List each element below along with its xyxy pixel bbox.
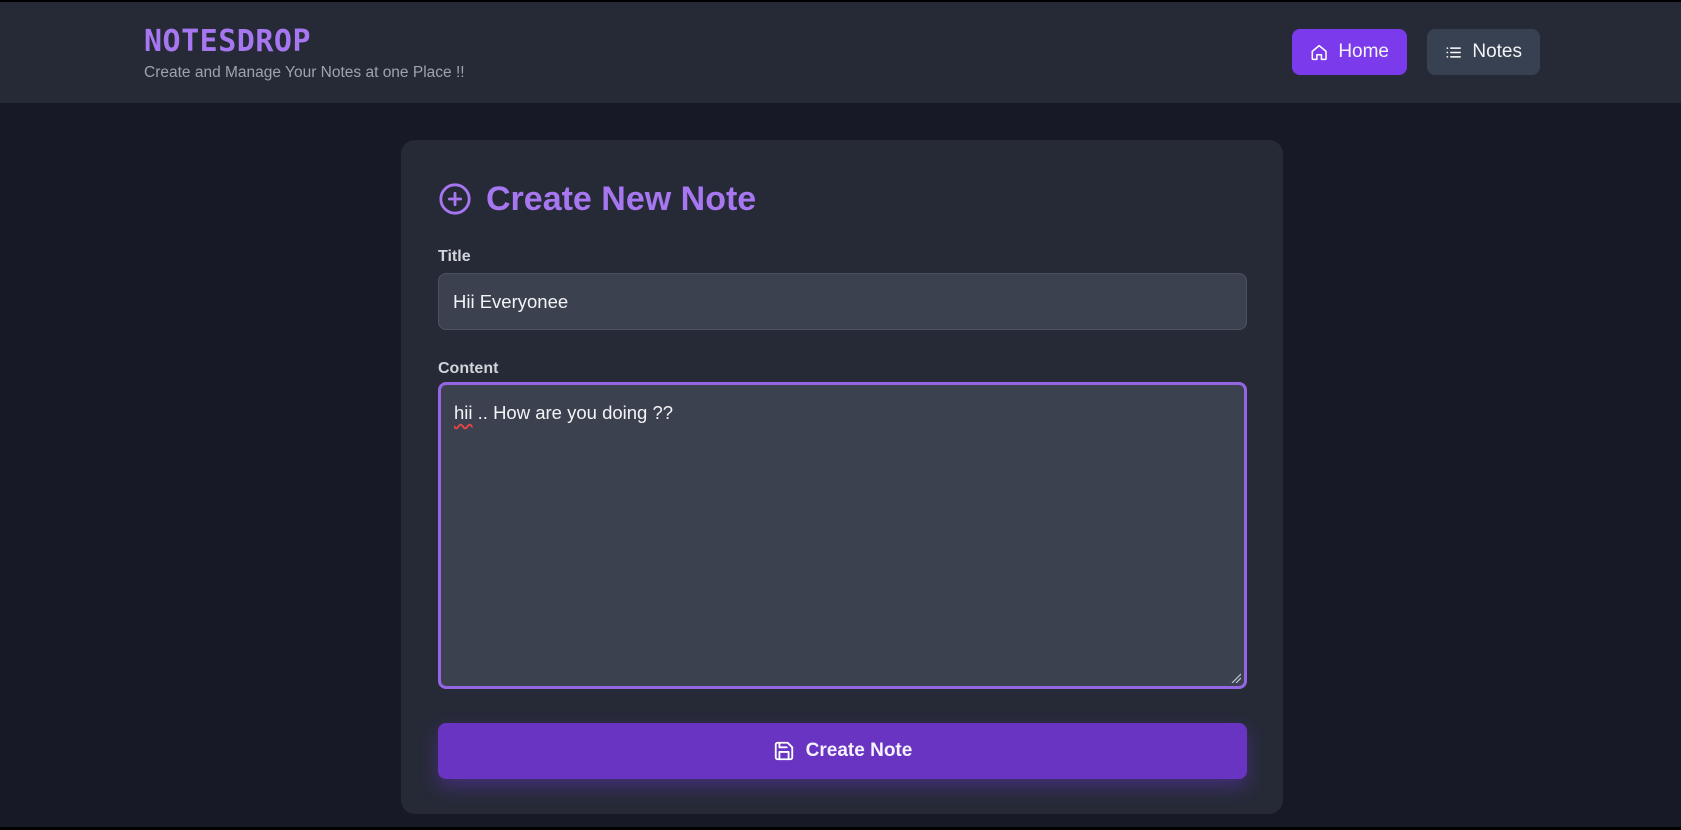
nav-home-button[interactable]: Home <box>1292 29 1407 75</box>
page-title: Create New Note <box>486 180 757 218</box>
title-input[interactable]: Hii Everyonee <box>438 273 1247 330</box>
resize-handle-icon[interactable] <box>1231 673 1241 683</box>
home-icon <box>1311 44 1327 60</box>
nav-home-label: Home <box>1338 41 1389 62</box>
content-text: .. How are you doing ?? <box>472 402 674 423</box>
content-first-word: hii <box>454 402 473 423</box>
plus-circle-icon <box>439 183 471 215</box>
brand-tagline: Create and Manage Your Notes at one Plac… <box>144 64 465 81</box>
title-input-value: Hii Everyonee <box>453 290 569 312</box>
nav-notes-button[interactable]: Notes <box>1427 29 1540 75</box>
navbar: NOTESDROP Create and Manage Your Notes a… <box>0 2 1681 103</box>
content-textarea[interactable]: hii .. How are you doing ?? <box>438 382 1247 689</box>
save-icon <box>774 741 793 761</box>
brand-title[interactable]: NOTESDROP <box>144 24 465 60</box>
list-icon <box>1446 46 1461 58</box>
create-note-button[interactable]: Create Note <box>438 723 1247 779</box>
content-label: Content <box>438 360 499 377</box>
title-label: Title <box>438 248 471 265</box>
create-note-card: Create New Note Title Hii Everyonee Cont… <box>401 140 1283 814</box>
form-heading: Create New Note <box>438 178 756 220</box>
nav-notes-label: Notes <box>1472 41 1522 62</box>
create-note-button-label: Create Note <box>805 740 913 761</box>
brand: NOTESDROP Create and Manage Your Notes a… <box>144 24 465 83</box>
